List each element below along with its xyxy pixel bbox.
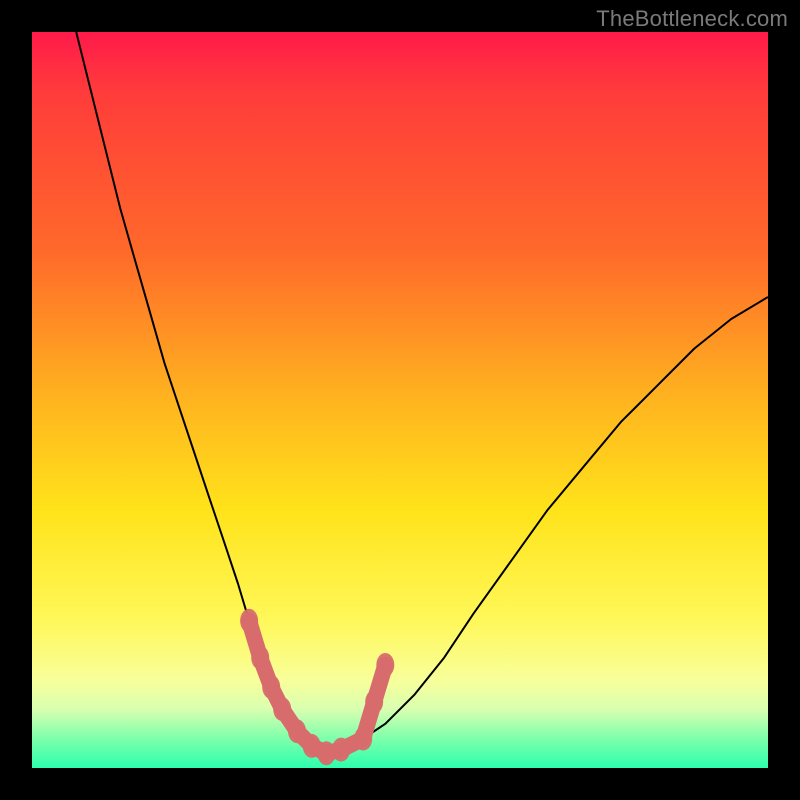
marker-right-arm-3 (376, 653, 394, 677)
bottleneck-chart (32, 32, 768, 768)
marker-valley-1 (288, 719, 306, 743)
marker-left-arm-1 (240, 609, 258, 633)
marker-valley-4 (332, 738, 350, 762)
marker-left-arm-3 (262, 675, 280, 699)
marker-right-arm-2 (365, 690, 383, 714)
marker-right-arm-1 (354, 727, 372, 751)
marker-left-arm-2 (251, 646, 269, 670)
watermark-text: TheBottleneck.com (596, 6, 788, 32)
bottleneck-curve (76, 32, 768, 753)
chart-frame (32, 32, 768, 768)
marker-left-arm-4 (273, 697, 291, 721)
